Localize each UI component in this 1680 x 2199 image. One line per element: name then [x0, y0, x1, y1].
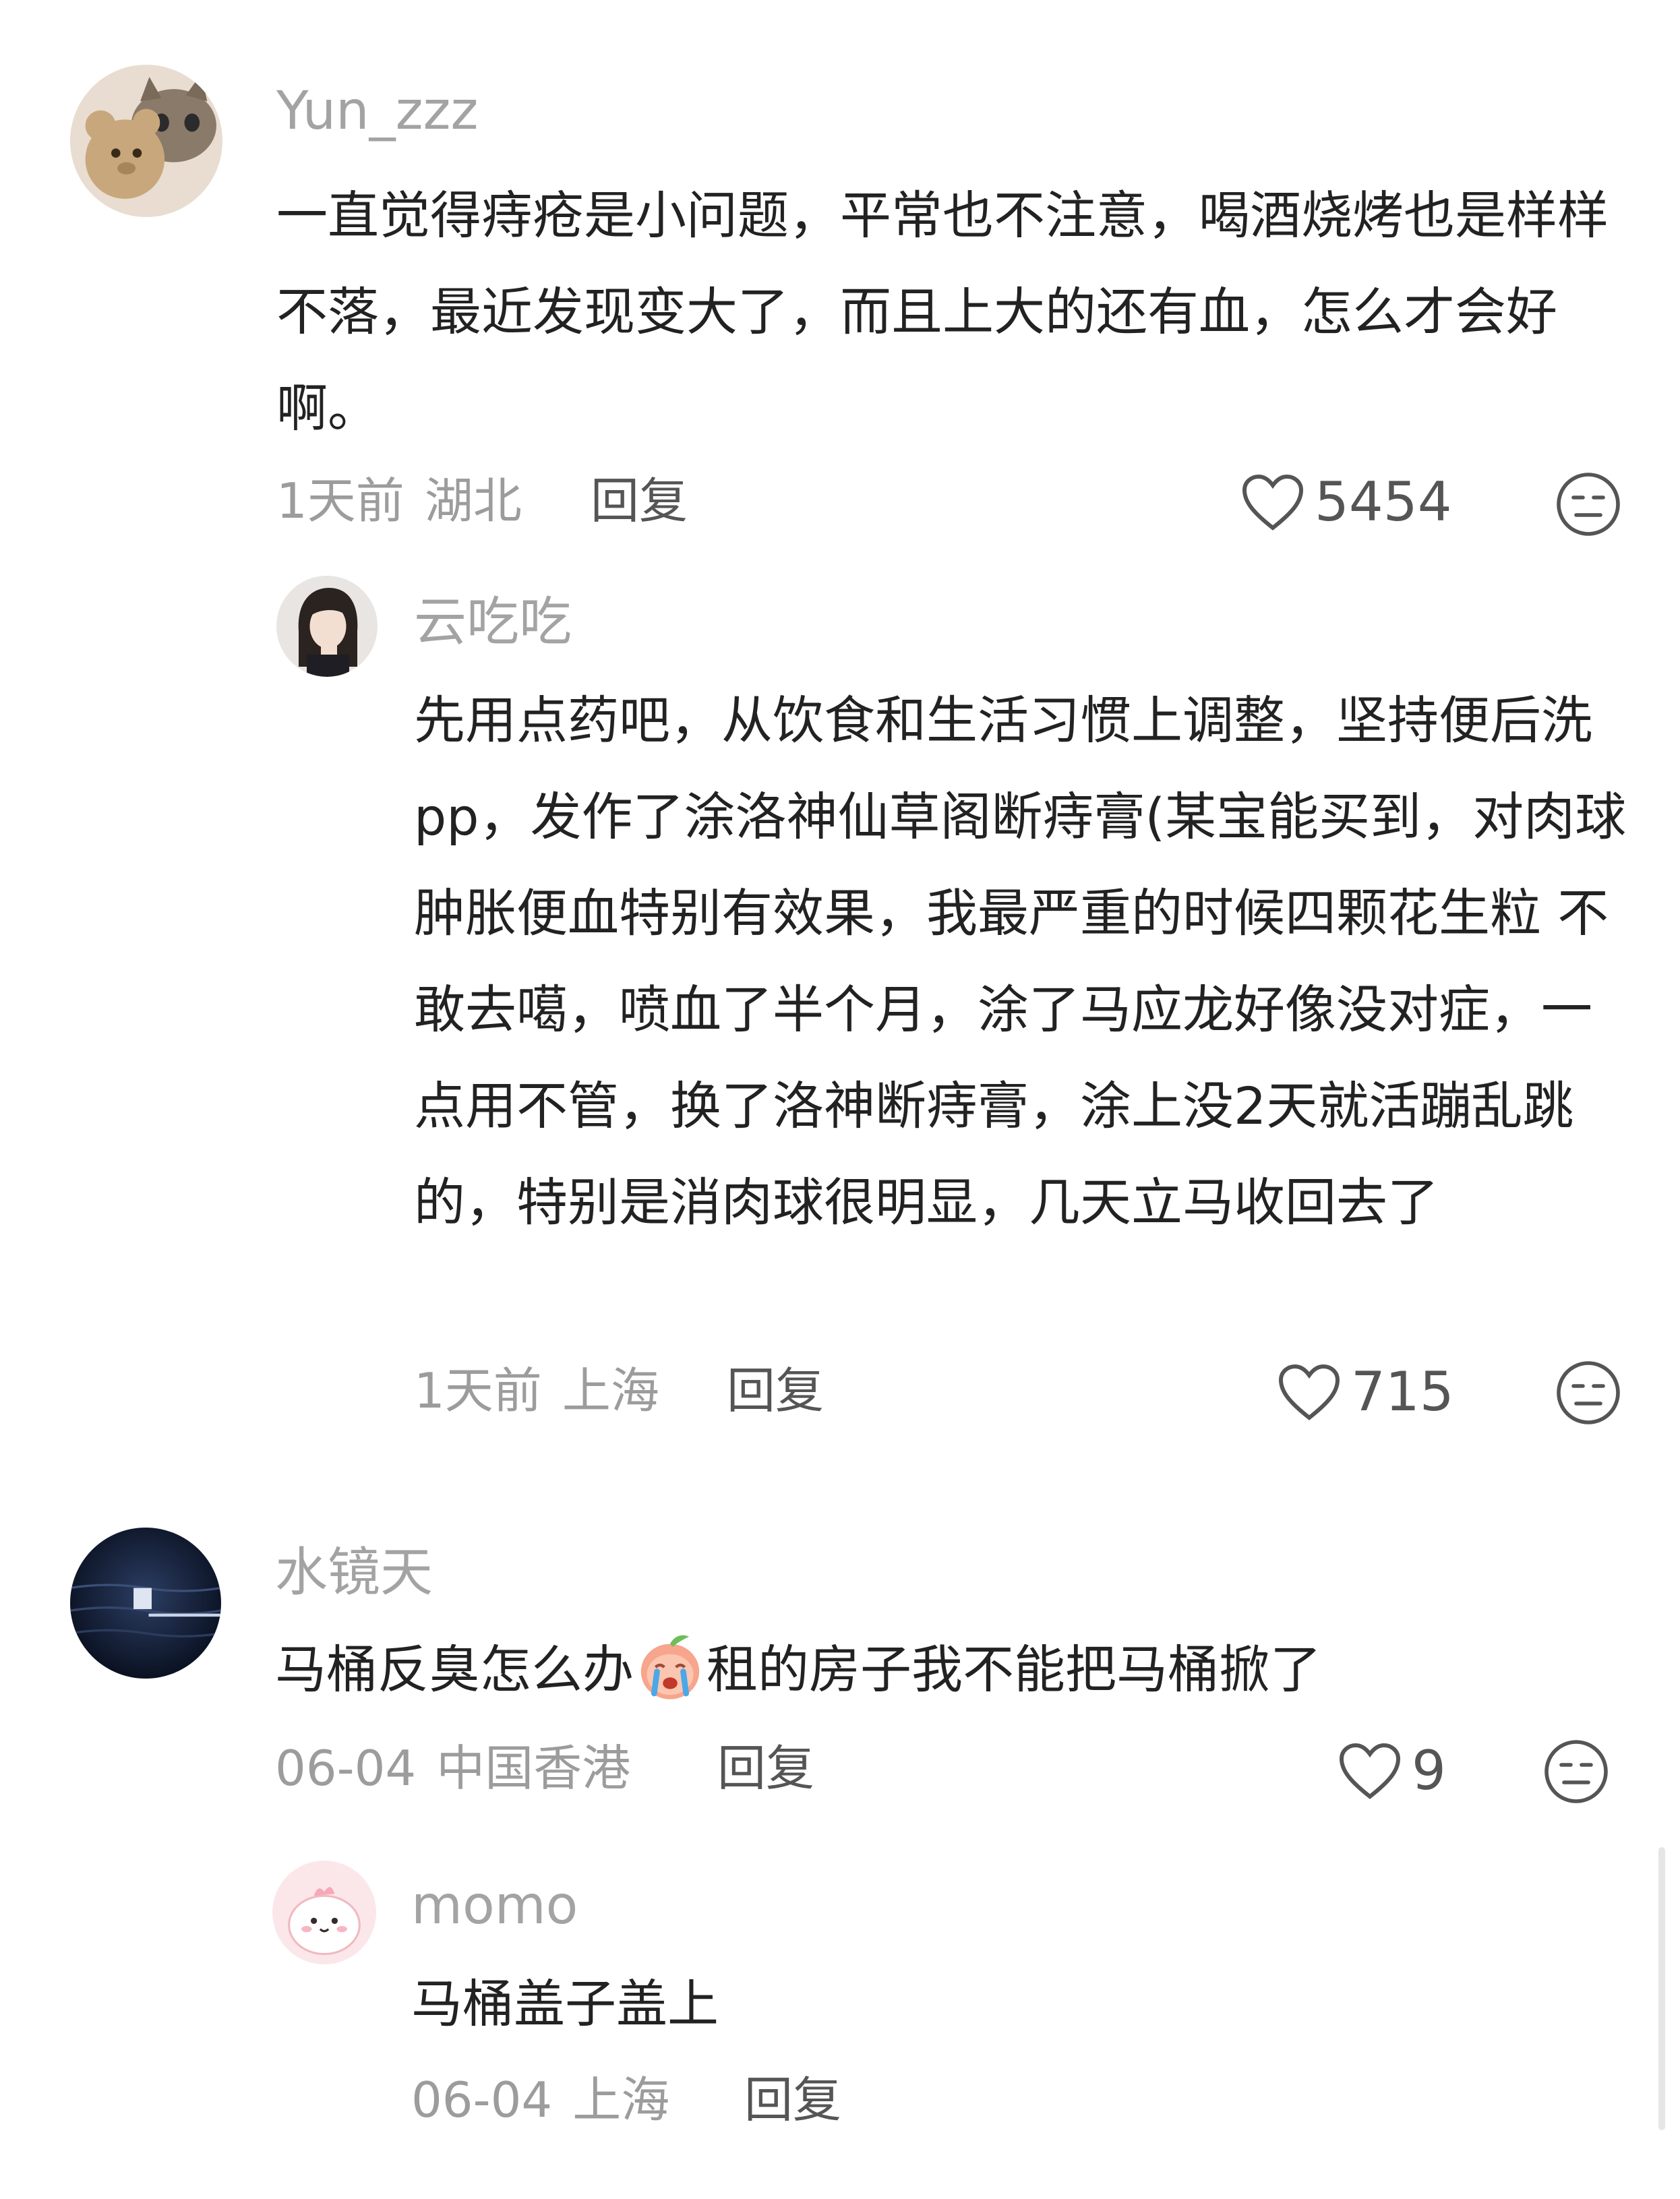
heart-outline-icon	[1242, 474, 1304, 531]
comment-meta: 06-04 上海	[411, 2070, 690, 2130]
like-button[interactable]: 9	[1338, 1741, 1446, 1801]
location: 上海	[572, 2072, 670, 2128]
timestamp: 06-04	[275, 1740, 417, 1797]
comment-meta: 06-04 中国香港	[275, 1738, 651, 1799]
like-count: 715	[1351, 1360, 1454, 1423]
reply-button[interactable]: 回复	[717, 1738, 814, 1799]
like-button[interactable]: 715	[1277, 1362, 1454, 1422]
heart-outline-icon	[1339, 1743, 1401, 1799]
location: 湖北	[424, 473, 522, 529]
like-button[interactable]: 5454	[1240, 472, 1452, 533]
pink-cartoon-avatar-icon	[272, 1861, 376, 1964]
avatar[interactable]	[272, 1861, 376, 1964]
timestamp: 1天前	[276, 473, 404, 529]
girl-portrait-avatar-icon	[276, 576, 378, 677]
timestamp: 1天前	[414, 1362, 542, 1419]
comment-text: 一直觉得痔疮是小问题，平常也不注意，喝酒烧烤也是样样不落，最近发现变大了，而且上…	[276, 185, 1609, 438]
reply-text: 马桶盖子盖上	[411, 1974, 719, 2034]
comment-text-part: 租的房子我不能把马桶掀了	[707, 1639, 1321, 1699]
location: 上海	[562, 1362, 659, 1419]
reply-button[interactable]: 回复	[591, 471, 688, 531]
username[interactable]: 云吃吃	[414, 592, 572, 653]
unamused-face-icon[interactable]	[1555, 1359, 1622, 1426]
comment-meta: 1天前 湖北	[276, 471, 542, 531]
reply-button[interactable]: 回复	[744, 2070, 841, 2130]
crying-peach-emoji-icon	[634, 1629, 707, 1702]
avatar[interactable]	[276, 576, 378, 677]
avatar[interactable]	[70, 65, 222, 217]
unamused-face-icon[interactable]	[1542, 1738, 1610, 1805]
timestamp: 06-04	[411, 2072, 553, 2128]
like-count: 9	[1412, 1739, 1446, 1802]
like-count: 5454	[1315, 471, 1452, 533]
reply-text: 先用点药吧，从饮食和生活习惯上调整，坚持便后洗pp，发作了涂洛神仙草阁断痔膏(某…	[414, 690, 1627, 1232]
ocean-night-avatar-icon	[70, 1528, 221, 1679]
username[interactable]: 水镜天	[275, 1542, 433, 1603]
username[interactable]: Yun_zzz	[276, 81, 478, 142]
comment-text: 马桶反臭怎么办 租的房子我不能把马桶掀了	[275, 1621, 1623, 1718]
cat-with-teddy-bear-avatar-icon	[70, 65, 222, 217]
reply-button[interactable]: 回复	[727, 1360, 824, 1421]
comment-text-part: 马桶反臭怎么办	[275, 1639, 634, 1699]
username[interactable]: momo	[411, 1875, 578, 1936]
avatar[interactable]	[70, 1528, 221, 1679]
comment-meta: 1天前 上海	[414, 1360, 680, 1421]
heart-outline-icon	[1278, 1364, 1340, 1420]
scrollbar[interactable]	[1658, 1847, 1665, 2130]
unamused-face-icon[interactable]	[1555, 471, 1622, 538]
location: 中国香港	[436, 1740, 631, 1797]
